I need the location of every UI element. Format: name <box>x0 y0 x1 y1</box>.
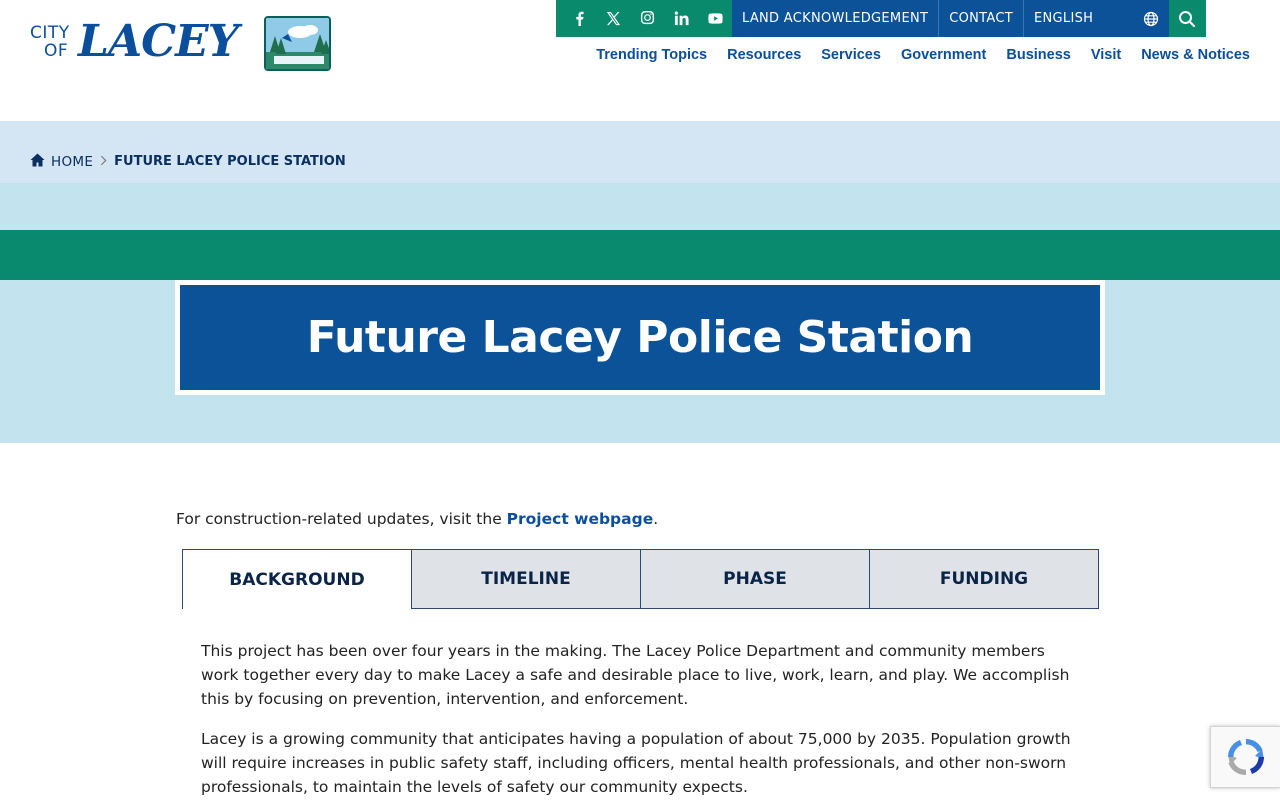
instagram-icon[interactable] <box>630 0 664 37</box>
search-icon <box>1179 10 1196 27</box>
logo-city-text: CITY <box>30 23 70 43</box>
background-paragraph: This project has been over four years in… <box>201 642 1070 708</box>
breadcrumb-home-link[interactable]: HOME <box>51 154 93 170</box>
contact-link[interactable]: CONTACT <box>938 0 1023 37</box>
utility-bar: LAND ACKNOWLEDGEMENT CONTACT ENGLISH <box>556 0 1206 37</box>
home-icon[interactable] <box>30 152 45 171</box>
tab-panel-background: This project has been over four years in… <box>201 639 1081 800</box>
recaptcha-badge[interactable] <box>1210 726 1280 788</box>
tab-phase[interactable]: PHASE <box>641 549 870 609</box>
youtube-icon[interactable] <box>698 0 732 37</box>
logo-landscape-emblem <box>264 16 331 71</box>
x-twitter-icon[interactable] <box>596 0 630 37</box>
nav-government[interactable]: Government <box>901 47 986 63</box>
nav-visit[interactable]: Visit <box>1091 47 1121 63</box>
breadcrumb: HOME FUTURE LACEY POLICE STATION <box>30 152 346 171</box>
intro-prefix: For construction-related updates, visit … <box>176 510 507 528</box>
site-header: CITY OF LACEY LAND ACKNOWLEDGEMENT CONTA… <box>0 0 1280 121</box>
hero-band-top <box>0 183 1280 230</box>
utility-links: LAND ACKNOWLEDGEMENT CONTACT ENGLISH <box>732 0 1169 37</box>
hero-green-stripe <box>0 230 1280 280</box>
intro-text: For construction-related updates, visit … <box>176 510 658 528</box>
city-logo[interactable]: CITY OF LACEY <box>30 16 332 72</box>
nav-resources[interactable]: Resources <box>727 47 801 63</box>
globe-icon <box>1143 11 1159 26</box>
linkedin-icon[interactable] <box>664 0 698 37</box>
main-navigation: Trending Topics Resources Services Gover… <box>596 47 1250 63</box>
tab-funding[interactable]: FUNDING <box>870 549 1099 609</box>
language-selector[interactable]: ENGLISH <box>1022 0 1169 37</box>
background-paragraph: Lacey is a growing community that antici… <box>201 730 1071 796</box>
nav-trending-topics[interactable]: Trending Topics <box>596 47 707 63</box>
facebook-icon[interactable] <box>562 0 596 37</box>
language-label: ENGLISH <box>1033 11 1094 26</box>
tab-list: BACKGROUND TIMELINE PHASE FUNDING <box>182 549 1099 609</box>
page-title: Future Lacey Police Station <box>306 312 974 363</box>
tab-background[interactable]: BACKGROUND <box>182 549 412 609</box>
project-webpage-link[interactable]: Project webpage <box>507 510 654 528</box>
breadcrumb-current: FUTURE LACEY POLICE STATION <box>114 154 346 169</box>
page-title-box: Future Lacey Police Station <box>175 280 1105 395</box>
chevron-right-icon <box>100 155 107 169</box>
land-acknowledgement-link[interactable]: LAND ACKNOWLEDGEMENT <box>732 0 938 37</box>
logo-lacey-text: LACEY <box>78 16 239 67</box>
nav-services[interactable]: Services <box>821 47 881 63</box>
logo-of-text: OF <box>44 41 69 61</box>
logo-wordmark: CITY OF LACEY <box>30 16 260 72</box>
breadcrumb-band: HOME FUTURE LACEY POLICE STATION <box>0 121 1280 183</box>
tab-timeline[interactable]: TIMELINE <box>412 549 641 609</box>
recaptcha-icon <box>1227 739 1264 776</box>
social-links <box>556 0 732 37</box>
nav-news-notices[interactable]: News & Notices <box>1141 47 1250 63</box>
intro-suffix: . <box>653 510 659 528</box>
nav-business[interactable]: Business <box>1006 47 1070 63</box>
search-button[interactable] <box>1168 0 1206 37</box>
